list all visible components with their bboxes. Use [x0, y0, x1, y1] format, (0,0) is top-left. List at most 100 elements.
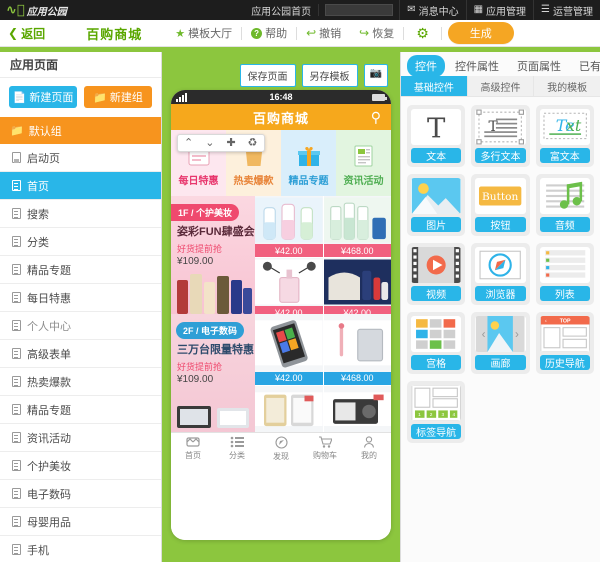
sidebar-item-label: 精品专题 [27, 264, 71, 277]
panel-tab-0[interactable]: 控件 [407, 54, 445, 77]
tabbar-item-mine[interactable]: 我的 [347, 433, 391, 464]
widget-多行文本[interactable]: T 多行文本 [471, 105, 530, 167]
widget-富文本[interactable]: TeTextxt 富文本 [535, 105, 594, 167]
product-card[interactable]: ¥42.00 [255, 258, 323, 319]
sidebar-item-14[interactable]: 手机 [0, 536, 161, 562]
widget-浏览器[interactable]: 浏览器 [471, 243, 530, 305]
sidebar-item-5[interactable]: 每日特惠 [0, 284, 161, 312]
page-icon [12, 432, 21, 443]
tabbar-item-cart[interactable]: 购物车 [303, 433, 347, 464]
product-card[interactable]: ¥42.00 [255, 314, 323, 385]
topbar-link-messages[interactable]: ✉ 消息中心 [399, 0, 465, 20]
product-card[interactable]: ¥42.00 [255, 196, 323, 257]
sidebar-item-10[interactable]: 资讯活动 [0, 424, 161, 452]
redo-button[interactable]: ↪ 恢复 [350, 25, 403, 41]
sidebar-item-6[interactable]: 个人中心 [0, 312, 161, 340]
topbar-link-messages-label: 消息中心 [418, 6, 459, 18]
sidebar-item-7[interactable]: 高级表单 [0, 340, 161, 368]
widget-label: 列表 [539, 286, 590, 301]
sidebar-item-label: 个护美妆 [27, 460, 71, 473]
template-hall-button[interactable]: ★ 模板大厅 [166, 25, 241, 41]
new-group-button[interactable]: 📁 新建组 [84, 86, 152, 108]
floor-banner[interactable]: 1F / 个护美妆 姿彩FUN肆盛会 好货提前抢 ¥109.00 [171, 196, 255, 314]
panel-subtab-2[interactable]: 我的模板 [534, 76, 600, 96]
panel-tab-2[interactable]: 页面属性 [509, 55, 569, 77]
site-logo[interactable]: ∿⃞ 应用公园 [0, 3, 67, 18]
sidebar-item-label: 分类 [27, 236, 49, 249]
search-input[interactable] [325, 4, 394, 16]
topbar-search[interactable] [318, 4, 399, 16]
quicknav-item[interactable]: 精品专题 [281, 130, 336, 196]
widget-label: 画廊 [475, 355, 526, 370]
sidebar-item-11[interactable]: 个护美妆 [0, 452, 161, 480]
back-button[interactable]: ❮ 返回 [0, 25, 45, 42]
widget-label: 多行文本 [475, 148, 526, 163]
svg-text:›: › [515, 328, 519, 341]
save-page-button[interactable]: 保存页面 [239, 64, 296, 87]
search-icon[interactable]: ⚲ [371, 109, 382, 126]
page-group-default[interactable]: 📁 默认组 [0, 117, 161, 144]
camera-image [323, 391, 391, 426]
topbar-link-app-manage-label: 应用管理 [486, 6, 527, 18]
sidebar-item-0[interactable]: 启动页 [0, 144, 161, 172]
widget-音频[interactable]: 音频 [535, 174, 594, 236]
widget-历史导航[interactable]: TOP ‹ 历史导航 [535, 312, 594, 374]
product-card[interactable]: ¥42.00 [323, 258, 391, 319]
floor-banner[interactable]: 2F / 电子数码 三万台限量特惠 好货提前抢 ¥109.00 [171, 314, 255, 432]
sidebar-item-9[interactable]: 精品专题 [0, 396, 161, 424]
product-card[interactable]: ¥468.00 [323, 314, 391, 385]
page-icon [12, 488, 21, 499]
floor-products: ¥42.00 ¥468.00 ¥42.00 ¥42.00 [255, 196, 391, 319]
gear-icon[interactable]: ⚙ [404, 26, 441, 40]
laptop-image [177, 406, 249, 428]
chevron-down-icon[interactable]: ⌄ [199, 137, 220, 149]
product-card[interactable] [323, 385, 391, 432]
new-page-button[interactable]: 📄 新建页面 [9, 86, 77, 108]
product-image [255, 196, 323, 244]
panel-subtab-1[interactable]: 高级控件 [467, 76, 535, 96]
widget-列表[interactable]: 列表 [535, 243, 594, 305]
tabbar-item-discover[interactable]: 发现 [259, 433, 303, 464]
widget-panel: 控件控件属性页面属性已有导航 基础控件高级控件我的模板 T 文本 T 多行文本 TeTe… [400, 52, 600, 562]
widget-宫格[interactable]: 宫格 [407, 312, 466, 374]
plus-icon[interactable]: ✚ [220, 137, 241, 149]
widget-视频[interactable]: 视频 [407, 243, 466, 305]
topbar-link-home[interactable]: 应用公园首页 [244, 0, 318, 20]
undo-button[interactable]: ↩ 撤销 [297, 25, 350, 41]
tabbar-item-category[interactable]: 分类 [215, 433, 259, 464]
svg-text:xt: xt [566, 116, 582, 135]
trash-icon[interactable]: ♻ [242, 137, 264, 149]
new-group-label: 新建组 [109, 92, 143, 104]
quicknav-item[interactable]: 资讯活动 [336, 130, 391, 196]
widget-标签导航[interactable]: 1 2 3 4 标签导航 [407, 381, 466, 443]
product-card[interactable] [255, 385, 323, 432]
panel-subtab-0[interactable]: 基础控件 [401, 76, 468, 96]
chevron-up-icon[interactable]: ⌃ [178, 137, 199, 149]
help-button[interactable]: ? 帮助 [242, 25, 296, 41]
generate-button[interactable]: 生成 [447, 22, 514, 44]
editor-main: 应用页面 📄 新建页面 📁 新建组 📁 默认组 启动页 首页 搜索 分类 精品专题 每日特… [0, 52, 600, 562]
topbar-link-ops-manage[interactable]: ☰ 运营管理 [533, 0, 600, 20]
preview-icon[interactable]: 📷 [363, 64, 388, 87]
sidebar-item-4[interactable]: 精品专题 [0, 256, 161, 284]
sidebar-item-13[interactable]: 母婴用品 [0, 508, 161, 536]
sidebar-item-2[interactable]: 搜索 [0, 200, 161, 228]
sidebar-item-1[interactable]: 首页 [0, 172, 161, 200]
widget-文本[interactable]: T 文本 [407, 105, 466, 167]
sidebar-item-12[interactable]: 电子数码 [0, 480, 161, 508]
widget-画廊[interactable]: ‹ › 画廊 [471, 312, 530, 374]
save-template-button[interactable]: 另存模板 [301, 64, 358, 87]
tabbar-label: 分类 [229, 451, 245, 460]
image-page-icon [12, 152, 21, 163]
sidebar-item-3[interactable]: 分类 [0, 228, 161, 256]
topbar-link-app-manage[interactable]: ▦ 应用管理 [465, 0, 533, 20]
sidebar-item-8[interactable]: 热卖爆款 [0, 368, 161, 396]
widget-图片[interactable]: 图片 [407, 174, 466, 236]
panel-tab-1[interactable]: 控件属性 [447, 55, 507, 77]
product-card[interactable]: ¥468.00 [323, 196, 391, 257]
floor-price: ¥109.00 [177, 255, 214, 267]
page-icon [12, 460, 21, 471]
panel-tab-3[interactable]: 已有导航 [571, 55, 600, 77]
widget-按钮[interactable]: Button 按钮 [471, 174, 530, 236]
tabbar-item-home[interactable]: 首页 [171, 433, 215, 464]
